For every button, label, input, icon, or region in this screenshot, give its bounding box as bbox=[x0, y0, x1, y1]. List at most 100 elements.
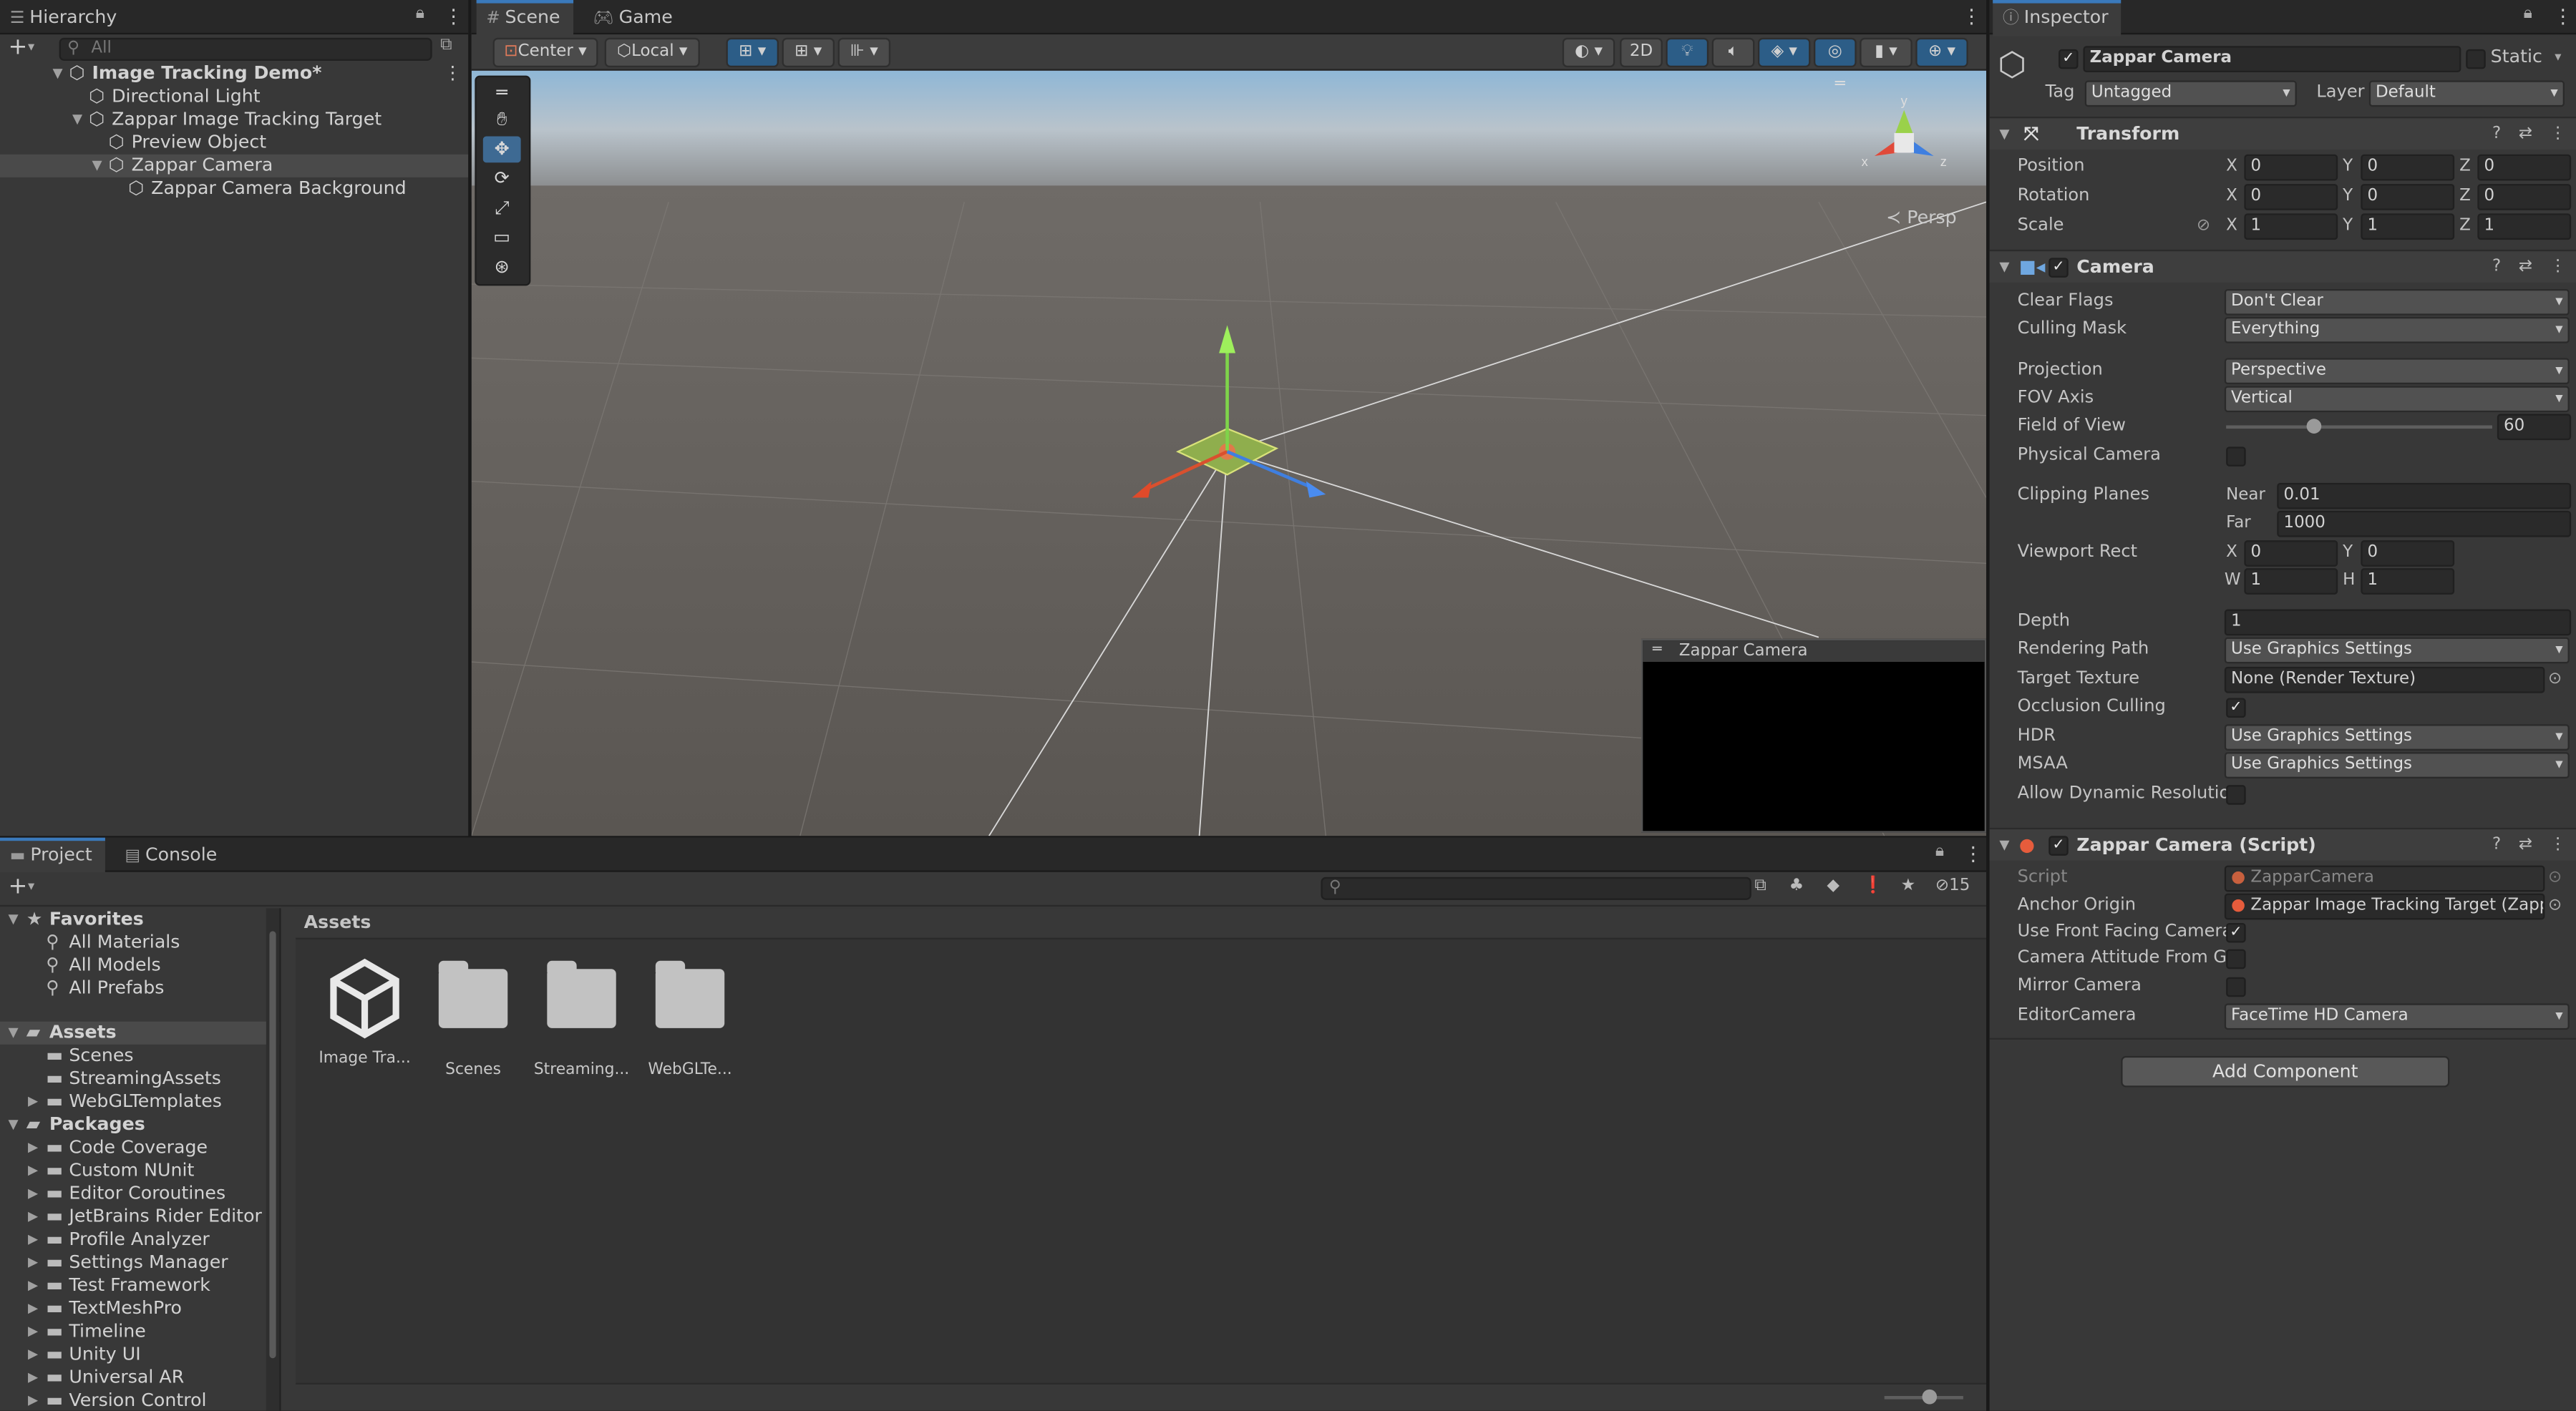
package-item[interactable]: ▶ ▬ Test Framework bbox=[0, 1274, 279, 1297]
editor-camera-dropdown[interactable]: FaceTime HD Camera bbox=[2224, 1003, 2570, 1030]
gizmos-button[interactable]: ⊕ ▾ bbox=[1915, 37, 1968, 68]
hidden-packages-toggle[interactable]: ⊘15 bbox=[1935, 877, 1970, 895]
chevron-down-icon[interactable]: ▾ bbox=[28, 879, 34, 894]
script-component-header[interactable]: ▼ ● ✓ Zappar Camera (Script) ? ⇄ ⋮ bbox=[1989, 827, 2576, 861]
asset-item-webgltemplates[interactable]: WebGLTe... bbox=[636, 957, 744, 1079]
package-item[interactable]: ▶ ▬ Timeline bbox=[0, 1320, 279, 1343]
gameobject-cube-icon[interactable]: ⬡ bbox=[1998, 44, 2026, 84]
collapse-triangle-icon[interactable]: ▶ bbox=[28, 1090, 38, 1113]
package-item[interactable]: ▶ ▬ Custom NUnit bbox=[0, 1159, 279, 1182]
far-clip-field[interactable]: 1000 bbox=[2277, 510, 2572, 537]
front-facing-camera-checkbox[interactable]: ✓ bbox=[2226, 922, 2246, 943]
dynamic-resolution-checkbox[interactable] bbox=[2226, 785, 2246, 805]
packages-header[interactable]: ▼ ▰ Packages bbox=[0, 1113, 279, 1136]
tree-item-preview-object[interactable]: ⬡ Preview Object bbox=[0, 132, 468, 155]
audio-toggle[interactable]: 🔈︎ bbox=[1711, 37, 1755, 68]
object-name-field[interactable]: Zappar Camera bbox=[2083, 46, 2461, 72]
anchor-origin-field[interactable]: ● Zappar Image Tracking Target (Zapp bbox=[2224, 893, 2545, 920]
scale-z-field[interactable]: 1 bbox=[2477, 213, 2572, 240]
package-item[interactable]: ▶ ▬ Universal AR bbox=[0, 1367, 279, 1390]
package-item[interactable]: ▶ ▬ Version Control bbox=[0, 1390, 279, 1411]
collapse-triangle-icon[interactable]: ▶ bbox=[28, 1274, 38, 1297]
transform-component-header[interactable]: ▼ ⤧ Transform ? ⇄ ⋮ bbox=[1989, 116, 2576, 150]
viewport-h-field[interactable]: 1 bbox=[2361, 568, 2455, 595]
rendering-path-dropdown[interactable]: Use Graphics Settings bbox=[2224, 637, 2570, 664]
rect-tool-icon[interactable]: ▭ bbox=[483, 225, 521, 251]
kebab-menu-icon[interactable]: ⋮ bbox=[444, 62, 462, 85]
project-search-input[interactable]: ⚲ bbox=[1321, 877, 1751, 900]
folder-item-scenes[interactable]: ▬ Scenes bbox=[0, 1045, 279, 1068]
lock-icon[interactable]: 🔒︎ bbox=[416, 5, 424, 23]
search-by-type-icon[interactable]: ⧉ bbox=[1754, 877, 1766, 895]
rotation-x-field[interactable]: 0 bbox=[2244, 184, 2338, 210]
collapse-triangle-icon[interactable]: ▶ bbox=[28, 1320, 38, 1343]
package-item[interactable]: ▶ ▬ Settings Manager bbox=[0, 1251, 279, 1274]
object-picker-icon[interactable]: ⊙ bbox=[2548, 892, 2562, 919]
culling-mask-dropdown[interactable]: Everything bbox=[2224, 316, 2570, 343]
package-item[interactable]: ▶ ▬ Profile Analyzer bbox=[0, 1229, 279, 1251]
package-item[interactable]: ▶ ▬ JetBrains Rider Editor bbox=[0, 1206, 279, 1229]
collapse-triangle-icon[interactable]: ▶ bbox=[28, 1183, 38, 1206]
chevron-down-icon[interactable]: ▾ bbox=[28, 39, 34, 54]
preset-icon[interactable]: ⇄ bbox=[2519, 118, 2532, 150]
assets-folder-header[interactable]: ▼ ▰ Assets bbox=[0, 1021, 280, 1045]
grid-visibility-button[interactable]: ⊞ ▾ bbox=[782, 37, 835, 68]
draw-mode-button[interactable]: ◐ ▾ bbox=[1562, 37, 1615, 68]
grid-snapping-button[interactable]: ⊞ ▾ bbox=[726, 37, 779, 68]
transform-tool-icon[interactable]: ⊛ bbox=[483, 255, 521, 281]
y-axis-label[interactable]: Y bbox=[2343, 182, 2353, 210]
asset-item-scenes[interactable]: Scenes bbox=[419, 957, 527, 1079]
help-icon[interactable]: ? bbox=[2492, 118, 2501, 150]
effects-toggle[interactable]: ◈ ▾ bbox=[1757, 37, 1811, 68]
chevron-down-icon[interactable]: ▾ bbox=[2555, 49, 2561, 64]
tab-console[interactable]: ▤ Console bbox=[115, 839, 230, 871]
search-by-label-icon[interactable]: ♣ bbox=[1789, 877, 1804, 895]
position-x-field[interactable]: 0 bbox=[2244, 154, 2338, 181]
rotation-y-field[interactable]: 0 bbox=[2361, 184, 2455, 210]
fov-slider-track[interactable] bbox=[2226, 425, 2492, 429]
x-axis-label[interactable]: X bbox=[2226, 182, 2237, 210]
camera-attitude-checkbox[interactable] bbox=[2226, 949, 2246, 970]
viewport-y-field[interactable]: 0 bbox=[2361, 540, 2455, 567]
favorite-item-all-models[interactable]: ⚲ All Models bbox=[0, 954, 279, 977]
lock-icon[interactable]: 🔒︎ bbox=[1935, 842, 1944, 860]
object-picker-icon[interactable]: ⊙ bbox=[2548, 665, 2562, 693]
fov-axis-dropdown[interactable]: Vertical bbox=[2224, 386, 2570, 413]
scale-tool-icon[interactable]: ⤢ bbox=[483, 195, 521, 222]
gizmo-x-label[interactable]: x bbox=[1862, 154, 1868, 169]
add-icon[interactable]: + bbox=[8, 874, 27, 900]
hdr-dropdown[interactable]: Use Graphics Settings bbox=[2224, 724, 2570, 751]
scene-camera-button[interactable]: ▮ ▾ bbox=[1860, 37, 1912, 68]
rotate-tool-icon[interactable]: ⟳ bbox=[483, 166, 521, 192]
folder-item-streamingassets[interactable]: ▬ StreamingAssets bbox=[0, 1068, 279, 1090]
scrollbar-thumb[interactable] bbox=[269, 931, 276, 1359]
y-axis-label[interactable]: Y bbox=[2343, 212, 2353, 240]
collapse-triangle-icon[interactable]: ▶ bbox=[28, 1367, 38, 1390]
warning-filter-icon[interactable]: ❗ bbox=[1863, 877, 1884, 895]
expand-triangle-icon[interactable]: ▼ bbox=[8, 1113, 18, 1136]
tab-hierarchy[interactable]: ☰ Hierarchy bbox=[0, 1, 130, 33]
hand-tool-icon[interactable]: ✋︎ bbox=[483, 107, 521, 133]
scale-y-field[interactable]: 1 bbox=[2361, 213, 2455, 240]
folder-item-webgltemplates[interactable]: ▶ ▬ WebGLTemplates bbox=[0, 1090, 279, 1113]
script-enabled-checkbox[interactable]: ✓ bbox=[2048, 836, 2069, 856]
x-axis-label[interactable]: X bbox=[2226, 212, 2237, 240]
layer-dropdown[interactable]: Default bbox=[2368, 80, 2565, 107]
collapse-triangle-icon[interactable]: ▶ bbox=[28, 1206, 38, 1229]
tab-project[interactable]: ▬ Project bbox=[0, 837, 106, 874]
fov-value-field[interactable]: 60 bbox=[2497, 414, 2572, 441]
mirror-camera-checkbox[interactable] bbox=[2226, 977, 2246, 997]
package-item[interactable]: ▶ ▬ Code Coverage bbox=[0, 1136, 279, 1159]
collapse-triangle-icon[interactable]: ▶ bbox=[28, 1251, 38, 1274]
foldout-triangle-icon[interactable]: ▼ bbox=[1999, 829, 2009, 861]
breadcrumb[interactable]: Assets bbox=[296, 908, 1987, 939]
favorites-header[interactable]: ▼ ★ Favorites bbox=[0, 908, 279, 931]
physical-camera-checkbox[interactable] bbox=[2226, 446, 2246, 467]
favorite-star-icon[interactable]: ★ bbox=[1901, 877, 1916, 895]
projection-label[interactable]: ≺ Persp bbox=[1886, 207, 1957, 228]
tree-item-zappar-camera[interactable]: ▼ ⬡ Zappar Camera bbox=[0, 154, 469, 177]
icon-size-slider-handle[interactable] bbox=[1922, 1389, 1938, 1405]
collapse-triangle-icon[interactable]: ▶ bbox=[28, 1229, 38, 1251]
increment-snap-button[interactable]: ⊪ ▾ bbox=[837, 37, 891, 68]
tree-item-directional-light[interactable]: ⬡ Directional Light bbox=[0, 85, 468, 108]
